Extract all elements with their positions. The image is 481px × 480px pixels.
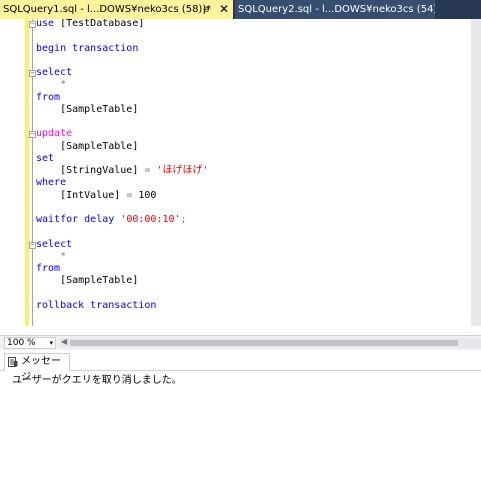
code-token: *: [36, 79, 67, 91]
change-tracking-bar: [25, 19, 29, 326]
code-line[interactable]: use [TestDatabase]: [36, 19, 144, 30]
editor-horizontal-scrollbar[interactable]: ◀: [60, 337, 481, 348]
code-line[interactable]: from: [36, 92, 60, 104]
code-token: where: [36, 177, 67, 189]
code-token: 'ほげほげ': [156, 165, 209, 176]
zoom-dropdown[interactable]: 100 % ▾: [4, 337, 56, 349]
collapse-icon[interactable]: −: [29, 70, 36, 77]
code-line[interactable]: waitfor delay '00:00:10';: [36, 214, 187, 226]
result-message: ユーザーがクエリを取り消しました。: [12, 375, 182, 386]
code-token: 100: [132, 189, 157, 201]
chevron-down-icon: ▾: [49, 339, 53, 347]
code-line[interactable]: set: [36, 153, 54, 165]
outline-line: [32, 19, 33, 326]
scroll-left-icon[interactable]: ◀: [61, 337, 67, 346]
tab-sqlquery2[interactable]: SQLQuery2.sql - l...DOWS¥neko3cs (54))*: [235, 0, 435, 19]
ssms-window: { "tabs": [ {"label": "SQLQuery1.sql - l…: [0, 0, 481, 480]
code-token: '00:00:10': [120, 214, 181, 225]
code-token: from: [36, 263, 61, 274]
pin-icon[interactable]: ᵽ: [203, 0, 210, 19]
zoom-bar: 100 % ▾ ◀: [0, 335, 481, 350]
tab-sqlquery1[interactable]: SQLQuery1.sql - l...DOWS¥neko3cs (58))* …: [0, 0, 233, 19]
code-line[interactable]: [SampleTable]: [36, 275, 138, 287]
zoom-value: 100 %: [7, 338, 36, 348]
collapse-icon[interactable]: −: [29, 21, 36, 28]
code-token: [IntValue]: [36, 189, 127, 201]
scroll-thumb[interactable]: [70, 340, 458, 346]
code-token: update: [36, 128, 73, 140]
code-line[interactable]: [SampleTable]: [36, 141, 138, 153]
code-token: select: [36, 238, 73, 250]
query-editor[interactable]: use [TestDatabase] − begin transaction sele…: [0, 19, 481, 326]
code-token: *: [36, 250, 67, 262]
close-icon[interactable]: ✕: [219, 0, 229, 19]
code-line[interactable]: [SampleTable]: [36, 104, 138, 116]
code-line[interactable]: where: [36, 177, 66, 189]
code-line[interactable]: *: [36, 79, 66, 91]
code-token: [TestDatabase]: [54, 19, 145, 29]
code-token: [SampleTable]: [36, 275, 139, 287]
code-token: set: [36, 152, 55, 164]
code-line[interactable]: select: [36, 67, 72, 79]
code-line[interactable]: [StringValue] = 'ほげほげ': [36, 165, 208, 177]
tab-label: SQLQuery2.sql - l...DOWS¥neko3cs (54))*: [238, 4, 435, 15]
tab-label: SQLQuery1.sql - l...DOWS¥neko3cs (58))*: [3, 4, 212, 15]
results-tab-divider: [0, 370, 481, 371]
code-token: [SampleTable]: [36, 140, 139, 152]
code-token: ;: [180, 214, 187, 225]
code-token: rollback transaction: [36, 299, 157, 311]
code-line[interactable]: *: [36, 251, 66, 263]
editor-vertical-scrollbar[interactable]: [471, 19, 481, 326]
collapse-icon[interactable]: −: [29, 131, 36, 139]
code-token: [SampleTable]: [36, 103, 139, 115]
code-line[interactable]: update: [36, 128, 72, 140]
code-token: [StringValue]: [36, 165, 145, 176]
messages-icon: [8, 357, 18, 367]
code-token: begin transaction: [36, 42, 139, 54]
code-token: use: [36, 19, 55, 29]
results-pane: メッセージ ユーザーがクエリを取り消しました。: [0, 351, 481, 480]
code-token: from: [36, 91, 61, 103]
tab-messages[interactable]: メッセージ: [4, 353, 70, 383]
code-line[interactable]: select: [36, 239, 72, 251]
code-token: select: [36, 67, 73, 78]
code-line[interactable]: from: [36, 263, 60, 275]
code-token: waitfor delay: [36, 214, 115, 225]
code-line[interactable]: rollback transaction: [36, 300, 156, 312]
document-tab-bar: SQLQuery1.sql - l...DOWS¥neko3cs (58))* …: [0, 0, 481, 19]
code-line[interactable]: begin transaction: [36, 43, 138, 55]
code-line[interactable]: [IntValue] = 100: [36, 190, 156, 202]
collapse-icon[interactable]: −: [29, 241, 36, 249]
